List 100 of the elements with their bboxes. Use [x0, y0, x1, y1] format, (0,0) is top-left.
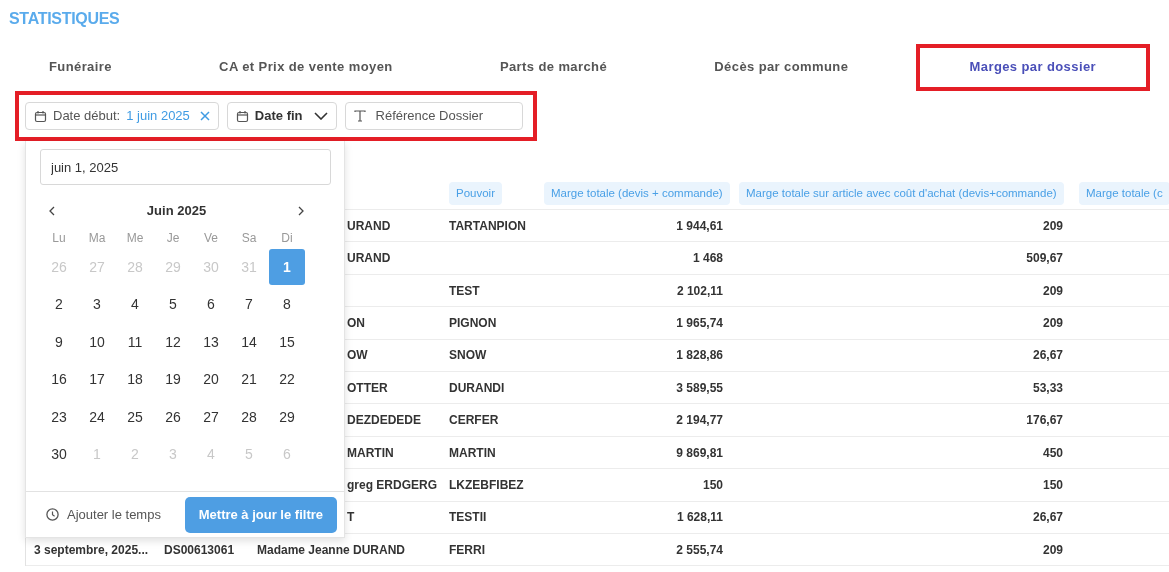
table-cell: 3 589,55 [676, 380, 723, 395]
table-cell: ON [347, 315, 365, 330]
calendar-day[interactable]: 19 [155, 361, 191, 398]
calendar-day[interactable]: 23 [41, 399, 77, 436]
table-cell: URAND [347, 251, 391, 266]
table-cell: 3 septembre, 2025... [34, 542, 149, 557]
table-cell: FERRI [449, 542, 485, 557]
weekday-label: Lu [51, 229, 67, 247]
weekday-label: Me [125, 229, 145, 247]
table-cell: DURANDI [449, 380, 505, 395]
table-cell: 1 468 [692, 251, 723, 266]
text-icon [353, 110, 366, 123]
table-cell: PIGNON [449, 315, 497, 330]
weekday-label: Sa [240, 229, 258, 247]
table-cell: TEST [449, 283, 480, 298]
calendar-day[interactable]: 7 [231, 286, 267, 323]
calendar-day[interactable]: 2 [41, 286, 77, 323]
table-cell: OTTER [347, 380, 388, 395]
table-cell: 1 944,61 [676, 218, 723, 233]
table-cell: DS00613061 [164, 542, 235, 557]
date-input-field[interactable]: juin 1, 2025 [40, 149, 331, 186]
calendar-day[interactable]: 26 [155, 399, 191, 436]
table-cell: TESTII [449, 510, 487, 525]
table-cell: greg ERDGERG [347, 477, 437, 492]
weekday-label: Ma [87, 229, 107, 247]
calendar-day[interactable]: 13 [193, 324, 229, 361]
weekday-label: Je [165, 229, 181, 247]
calendar-day[interactable]: 20 [193, 361, 229, 398]
table-cell: 1 828,86 [676, 348, 723, 363]
table-cell: CERFER [449, 413, 499, 428]
table-cell: 509,67 [1026, 251, 1063, 266]
tab[interactable]: Funéraire [9, 44, 152, 92]
calendar-day[interactable]: 14 [231, 324, 267, 361]
calendar-day[interactable]: 6 [193, 286, 229, 323]
weekday-label: Ve [203, 229, 219, 247]
calendar-day[interactable]: 8 [269, 286, 305, 323]
table-cell: DEZDEDEDE [347, 413, 421, 428]
calendar-day[interactable]: 5 [155, 286, 191, 323]
previous-month-button[interactable] [49, 205, 55, 216]
add-time-button[interactable]: Ajouter le temps [46, 504, 161, 525]
table-cell: MARTIN [449, 445, 496, 460]
table-cell: OW [347, 348, 368, 363]
table-cell: 1 965,74 [676, 315, 723, 330]
calendar-day[interactable]: 3 [79, 286, 115, 323]
calendar-day[interactable]: 11 [117, 324, 153, 361]
table-cell: 209 [1042, 218, 1063, 233]
table-cell: LKZEBFIBEZ [449, 477, 524, 492]
calendar-day[interactable]: 28 [231, 399, 267, 436]
tab[interactable]: CA et Prix de vente moyen [179, 44, 433, 92]
table-cell: TARTANPION [449, 218, 526, 233]
table-cell: 26,67 [1032, 348, 1063, 363]
date-filter-chip[interactable]: Date fin [226, 102, 337, 131]
table-cell: 150 [702, 477, 723, 492]
table-cell: 1 628,11 [676, 510, 723, 525]
filter-label: Date fin [254, 107, 303, 126]
table-cell: 2 102,11 [676, 283, 723, 298]
table-cell: 150 [1042, 477, 1063, 492]
table-cell: 209 [1042, 315, 1063, 330]
table-cell: SNOW [449, 348, 487, 363]
tab[interactable]: Décès par commune [674, 44, 889, 92]
calendar-day[interactable]: 15 [269, 324, 305, 361]
calendar-day[interactable]: 22 [269, 361, 305, 398]
calendar-day[interactable]: 27 [193, 399, 229, 436]
table-cell: 209 [1042, 283, 1063, 298]
tab[interactable]: Marges par dossier [915, 44, 1150, 92]
calendar-day[interactable]: 29 [269, 399, 305, 436]
table-cell: 9 869,81 [676, 445, 723, 460]
tab[interactable]: Parts de marché [459, 44, 648, 92]
table-cell: 176,67 [1026, 413, 1063, 428]
text-filter-chip[interactable]: Référence Dossier [344, 102, 523, 131]
date-filter-chip[interactable]: Date début: 1 juin 2025 [25, 102, 219, 131]
next-month-button[interactable] [298, 205, 304, 216]
calendar-day[interactable]: 30 [41, 436, 77, 473]
filter-label: Date début: [53, 107, 121, 126]
clock-icon [46, 508, 59, 522]
table-cell: 26,67 [1032, 510, 1063, 525]
calendar-day[interactable]: 9 [41, 324, 77, 361]
table-cell: 2 555,74 [676, 542, 723, 557]
calendar-day[interactable]: 24 [79, 399, 115, 436]
calendar-day[interactable]: 12 [155, 324, 191, 361]
table-cell: 450 [1042, 445, 1063, 460]
table-cell: Madame Jeanne DURAND [257, 542, 406, 557]
weekday-label: Di [280, 229, 294, 247]
table-cell: 209 [1042, 542, 1063, 557]
calendar-day[interactable]: 18 [117, 361, 153, 398]
filter-value: 1 juin 2025 [126, 107, 190, 126]
calendar-icon [34, 109, 47, 123]
chevron-down-icon [313, 112, 328, 121]
table-cell: MARTIN [347, 445, 394, 460]
calendar-day[interactable]: 16 [41, 361, 77, 398]
calendar-day[interactable]: 25 [117, 399, 153, 436]
table-cell: URAND [347, 218, 391, 233]
calendar-icon [235, 109, 249, 123]
table-cell: 2 194,77 [676, 413, 723, 428]
chevron-left-icon [49, 205, 55, 216]
table-cell: T [347, 510, 355, 525]
calendar-day[interactable]: 21 [231, 361, 267, 398]
calendar-day[interactable]: 4 [117, 286, 153, 323]
calendar-day[interactable]: 10 [79, 324, 115, 361]
calendar-day[interactable]: 17 [79, 361, 115, 398]
